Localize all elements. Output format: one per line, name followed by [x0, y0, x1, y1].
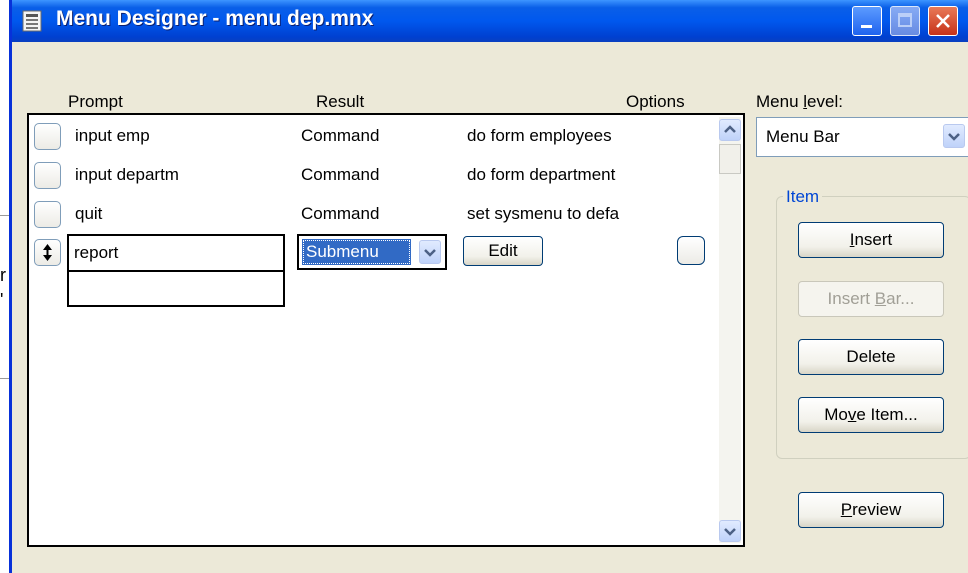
scroll-thumb[interactable] — [719, 144, 741, 174]
chevron-down-icon[interactable] — [943, 124, 965, 148]
prompt-input-value: report — [74, 243, 119, 262]
menu-items-grid[interactable]: input emp Command do form employees inpu… — [27, 113, 745, 547]
row-result[interactable]: Command — [301, 126, 379, 146]
grid-scrollbar[interactable] — [719, 117, 741, 543]
move-item-button[interactable]: Move Item... — [798, 397, 944, 433]
row-option[interactable]: set sysmenu to defa — [467, 204, 619, 224]
row-option[interactable]: do form department — [467, 165, 615, 185]
menu-level-value: Menu Bar — [766, 127, 840, 146]
minimize-icon[interactable] — [852, 6, 882, 36]
menu-level-label: Menu level: — [756, 92, 843, 111]
menu-designer-window: Menu Designer - menu dep.mnx Prompt Resu… — [9, 0, 968, 573]
options-button[interactable] — [677, 236, 705, 265]
result-combo[interactable]: Submenu — [297, 234, 447, 270]
row-result[interactable]: Command — [301, 165, 379, 185]
title-bar[interactable]: Menu Designer - menu dep.mnx — [12, 0, 968, 42]
submenu-prompt-dropdown[interactable] — [67, 269, 285, 307]
column-header-prompt: Prompt — [68, 92, 123, 111]
move-row-icon[interactable] — [34, 239, 61, 266]
result-combo-value: Submenu — [302, 239, 411, 265]
column-header-options: Options — [626, 92, 685, 111]
close-icon[interactable] — [928, 6, 958, 36]
row-prompt[interactable]: input emp — [75, 126, 150, 146]
scroll-down-icon[interactable] — [719, 520, 741, 542]
chevron-down-icon[interactable] — [419, 240, 441, 264]
menu-designer-icon — [22, 10, 42, 32]
delete-button[interactable]: Delete — [798, 339, 944, 375]
insert-button[interactable]: Insert — [798, 222, 944, 258]
window-title: Menu Designer - menu dep.mnx — [56, 7, 374, 30]
row-mover-button[interactable] — [34, 162, 61, 189]
scroll-up-icon[interactable] — [719, 119, 741, 141]
row-prompt[interactable]: quit — [75, 204, 102, 224]
edit-button[interactable]: Edit — [463, 236, 543, 266]
item-group-title: Item — [783, 187, 823, 207]
row-result[interactable]: Command — [301, 204, 379, 224]
column-header-result: Result — [316, 92, 365, 111]
row-prompt[interactable]: input departm — [75, 165, 179, 185]
menu-level-combo[interactable]: Menu Bar — [756, 117, 968, 157]
background-text-fragment: ' — [0, 290, 4, 310]
insert-bar-button[interactable]: Insert Bar... — [798, 281, 944, 317]
maximize-icon[interactable] — [890, 6, 920, 36]
row-mover-button[interactable] — [34, 201, 61, 228]
prompt-input[interactable]: report — [67, 234, 285, 272]
background-text-fragment: r — [0, 265, 6, 285]
preview-button[interactable]: Preview — [798, 492, 944, 528]
row-option[interactable]: do form employees — [467, 126, 612, 146]
row-mover-button[interactable] — [34, 123, 61, 150]
